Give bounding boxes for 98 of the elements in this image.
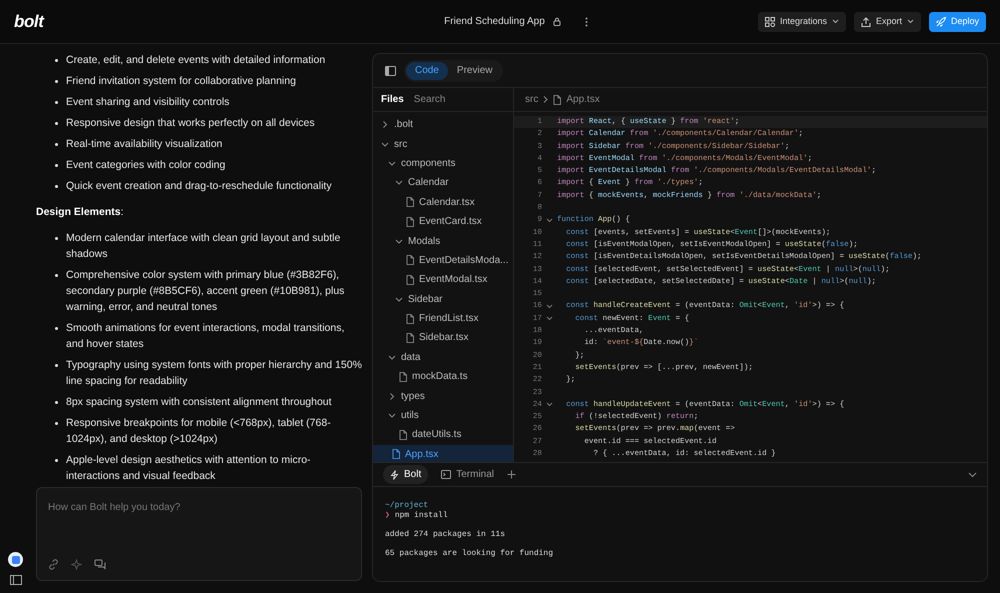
chat-text-field[interactable]: How can Bolt help you today?	[48, 500, 350, 515]
file-item[interactable]: EventDetailsModa...	[373, 250, 513, 270]
prompt-icon: ❯	[385, 511, 390, 521]
list-item-text: Event categories with color coding	[66, 158, 226, 173]
file-item[interactable]: EventModal.tsx	[373, 270, 513, 290]
avatar[interactable]	[8, 552, 23, 567]
list-item-text: Responsive breakpoints for mobile (<768px), tablet (768-1024px), and desktop (>1024px)	[66, 416, 332, 447]
file-icon	[553, 94, 562, 104]
list-item-text: Smooth animations for event interactions, modal transitions, and hover states	[66, 320, 346, 352]
breadcrumb-item[interactable]: App.tsx	[566, 92, 600, 107]
lock-icon	[552, 17, 561, 26]
list-item-text: Quick event creation and drag-to-reschedule functionality	[66, 179, 332, 194]
upload-icon	[860, 16, 871, 26]
bullet	[55, 364, 58, 367]
integrations-button[interactable]: Integrations	[758, 12, 846, 32]
bullet	[55, 422, 58, 425]
list-item-text: Typography using system fonts with proper hierarchy and 150% line spacing for readability	[66, 358, 362, 389]
file-item[interactable]: dateUtils.ts	[373, 425, 513, 445]
file-icon	[406, 216, 414, 227]
bullet	[55, 400, 58, 404]
list-item-text: Real-time availability visualization	[66, 137, 222, 152]
folder-item[interactable]: src	[373, 134, 513, 154]
folder-item[interactable]: Calendar	[373, 173, 513, 193]
terminal-output: added 274 packages in 11s	[385, 530, 506, 540]
list-item-text: Modern calendar interface with clean grid layout and subtle shadows	[66, 230, 342, 262]
view-tab[interactable]: Preview	[448, 62, 502, 80]
logo[interactable]: bolt	[14, 12, 44, 30]
bullet	[55, 122, 58, 125]
fold-icon[interactable]	[546, 218, 553, 224]
bullet	[55, 59, 58, 62]
list-item-text: Create, edit, and delete events with detailed information	[66, 53, 326, 68]
fold-icon[interactable]	[546, 316, 553, 322]
breadcrumb-item[interactable]: src	[525, 92, 538, 107]
file-icon	[406, 314, 414, 324]
bullet	[55, 274, 58, 277]
sidebar-toggle-icon[interactable]	[385, 66, 396, 76]
add-icon[interactable]	[507, 470, 516, 479]
bullet	[55, 164, 58, 167]
chevron-right-icon	[543, 96, 548, 103]
bullet	[55, 80, 58, 83]
fold-icon[interactable]	[546, 304, 553, 310]
chat-icon[interactable]	[94, 559, 106, 570]
file-icon	[406, 255, 414, 266]
file-icon	[406, 197, 414, 208]
file-item[interactable]: App.tsx	[373, 444, 513, 462]
sparkle-icon[interactable]	[71, 559, 82, 570]
list-item-text: 8px spacing system with consistent alignment throughout	[66, 394, 332, 410]
folder-item[interactable]: types	[373, 386, 513, 406]
file-item[interactable]: Sidebar.tsx	[373, 328, 513, 348]
file-item[interactable]: Calendar.tsx	[373, 192, 513, 212]
terminal-tab[interactable]: Terminal	[434, 465, 502, 484]
folder-item[interactable]: Modals	[373, 231, 513, 251]
chat-input[interactable]: How can Bolt help you today?	[36, 487, 362, 581]
terminal-path: ~/project	[385, 501, 430, 511]
chevron-down-icon	[832, 19, 839, 24]
file-item[interactable]: mockData.ts	[373, 367, 513, 386]
chevron-down-icon[interactable]	[968, 472, 977, 478]
terminal-tab[interactable]: Bolt	[383, 465, 428, 484]
section-heading: Design Elements:	[36, 205, 125, 220]
project-title: Friend Scheduling App	[444, 15, 545, 29]
export-button[interactable]: Export	[854, 12, 921, 32]
bullet	[55, 143, 58, 146]
apps-icon	[764, 16, 775, 26]
file-item[interactable]: FriendList.tsx	[373, 308, 513, 328]
sidebar-tab[interactable]: Search	[414, 92, 446, 107]
chevron-down-icon	[906, 19, 914, 24]
bullet	[55, 236, 58, 240]
rocket-icon	[936, 16, 946, 26]
list-item-text: Responsive design that works perfectly on all devices	[66, 116, 315, 131]
sidebar-toggle-icon[interactable]	[10, 575, 22, 585]
link-icon[interactable]	[48, 559, 59, 570]
terminal-command: npm install	[394, 511, 448, 521]
bullet	[55, 101, 58, 104]
file-icon	[399, 430, 407, 440]
view-tab[interactable]: Code	[406, 62, 448, 80]
bullet	[55, 326, 58, 330]
file-icon	[399, 372, 407, 382]
folder-item[interactable]: utils	[373, 406, 513, 426]
sidebar-tab[interactable]: Files	[381, 92, 404, 107]
terminal-icon	[441, 470, 452, 479]
file-icon	[406, 332, 414, 343]
folder-item[interactable]: components	[373, 154, 513, 174]
fold-icon[interactable]	[546, 402, 553, 408]
list-item-text: Friend invitation system for collaborative planning	[66, 74, 296, 89]
folder-item[interactable]: data	[373, 348, 513, 368]
list-item-text: Apple-level design aesthetics with attention to micro-interactions and visual feedback	[66, 452, 312, 484]
folder-item[interactable]: .bolt	[373, 115, 513, 134]
file-icon	[406, 274, 414, 285]
terminal-output: 65 packages are looking for funding	[385, 549, 554, 559]
file-icon	[392, 449, 400, 460]
lightning-icon	[390, 470, 399, 480]
bullet	[55, 458, 58, 462]
list-item-text: Event sharing and visibility controls	[66, 95, 230, 110]
bullet	[55, 185, 58, 188]
more-icon[interactable]	[584, 16, 588, 26]
list-item-text: Comprehensive color system with primary blue (#3B82F6), secondary purple (#8B5CF6), accent green (#10B981), plus warning, error, and neutral tones	[66, 268, 346, 315]
file-item[interactable]: EventCard.tsx	[373, 212, 513, 232]
folder-item[interactable]: Sidebar	[373, 290, 513, 309]
